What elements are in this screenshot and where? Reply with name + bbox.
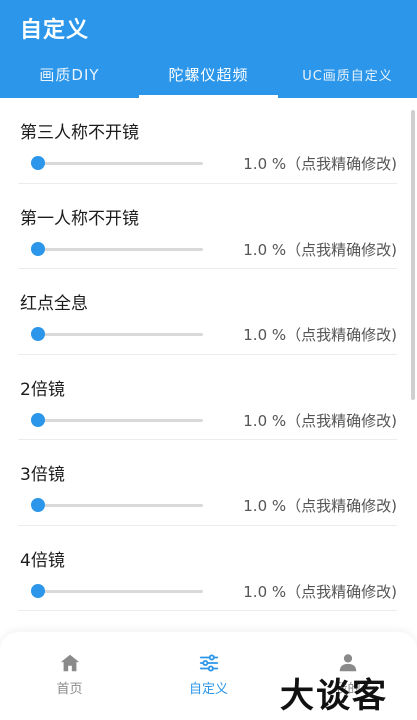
item-label: 2倍镜 [20,379,65,400]
tab-uc-quality-custom[interactable]: UC画质自定义 [278,52,417,96]
sensitivity-slider[interactable] [18,153,203,173]
nav-item-home[interactable]: 首页 [0,632,139,720]
slider-thumb[interactable] [31,241,45,256]
item-label: 红点全息 [20,294,88,314]
list-item: 3倍镜 1.0 %（点我精确修改) [18,440,397,526]
home-icon [60,654,79,672]
sensitivity-slider[interactable] [18,495,203,515]
sensitivity-slider[interactable] [18,324,203,344]
precise-edit-value[interactable]: 1.0 %（点我精确修改) [243,239,397,260]
sensitivity-slider[interactable] [18,239,203,259]
precise-edit-value[interactable]: 1.0 %（点我精确修改) [243,581,397,602]
list-item: 第一人称不开镜 1.0 %（点我精确修改) [18,184,397,269]
slider-thumb[interactable] [31,327,45,341]
item-label: 3倍镜 [20,465,65,485]
app-bar: 自定义 画质DIY 陀螺仪超频 UC画质自定义 [0,0,417,98]
slider-thumb[interactable] [31,156,45,170]
nav-item-custom[interactable]: 自定义 [139,632,278,720]
slider-thumb[interactable] [31,583,45,598]
page-title: 自定义 [20,18,90,43]
sensitivity-slider[interactable] [18,410,203,430]
list-scrollbar[interactable] [411,110,415,400]
slider-track [32,504,203,507]
nav-label: 自定义 [188,682,228,697]
tab-quality-diy[interactable]: 画质DIY [0,52,139,96]
list-item: 红点全息 1.0 %（点我精确修改) [18,269,397,355]
sensitivity-list: 第三人称不开镜 1.0 %（点我精确修改) 第一人称不开镜 1.0 %（点我精确… [0,98,417,628]
list-item: 第三人称不开镜 1.0 %（点我精确修改) [18,98,397,184]
slider-track [32,247,203,251]
slider-track [32,418,203,422]
slider-track [32,162,203,165]
nav-label: 首页 [56,682,83,697]
precise-edit-value[interactable]: 1.0 %（点我精确修改) [243,495,397,516]
slider-track [32,333,203,336]
slider-thumb[interactable] [31,498,45,512]
slider-track [32,589,203,593]
tab-bar: 画质DIY 陀螺仪超频 UC画质自定义 [0,52,417,98]
item-label: 第三人称不开镜 [20,123,139,143]
precise-edit-value[interactable]: 1.0 %（点我精确修改) [243,324,397,345]
watermark: 大谈客 [280,676,388,716]
tab-gyroscope-overclock[interactable]: 陀螺仪超频 [139,52,278,98]
list-item: 2倍镜 1.0 %（点我精确修改) [18,355,397,440]
item-label: 第一人称不开镜 [20,208,139,229]
sensitivity-slider[interactable] [18,581,203,601]
precise-edit-value[interactable]: 1.0 %（点我精确修改) [243,153,397,174]
item-label: 4倍镜 [20,550,65,571]
precise-edit-value[interactable]: 1.0 %（点我精确修改) [243,410,397,431]
sliders-icon [199,654,218,672]
list-item: 4倍镜 1.0 %（点我精确修改) [18,526,397,611]
slider-thumb[interactable] [31,412,45,427]
